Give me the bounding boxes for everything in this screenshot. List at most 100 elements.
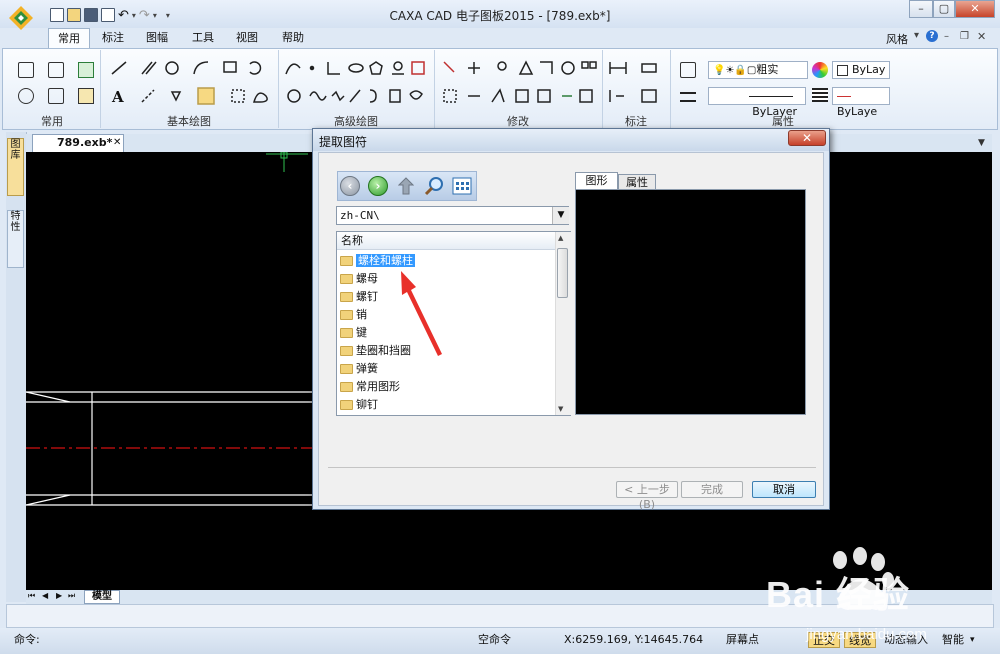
list-item-label: 常用图形 (356, 380, 400, 393)
folder-icon (340, 310, 353, 320)
tab-tools[interactable]: 工具 (186, 28, 220, 48)
document-tab[interactable]: 789.exb* ✕ (32, 134, 124, 152)
layer-name: 粗实 (756, 63, 779, 76)
list-item-label: 弹簧 (356, 362, 378, 375)
tab-properties-label: 特性 (10, 211, 21, 233)
scroll-up-icon[interactable]: ▲ (558, 234, 563, 242)
scrollbar-thumb[interactable] (557, 248, 568, 298)
layer-state-icons: 💡☀🔒▢ (713, 65, 757, 76)
style-dropdown-icon[interactable]: ▾ (914, 30, 919, 41)
folder-icon (340, 256, 353, 266)
scroll-down-icon[interactable]: ▼ (558, 405, 563, 413)
minimize-button[interactable]: – (909, 0, 933, 18)
command-state: 空命令 (478, 633, 511, 646)
linewidth-combo[interactable]: ByLayer (708, 87, 806, 118)
path-combo[interactable]: zh-CN\ (336, 206, 569, 225)
command-prompt-label: 命令: (14, 633, 40, 646)
dialog-close-button[interactable]: ✕ (788, 130, 826, 146)
line-icon (111, 61, 127, 75)
refresh-icon[interactable] (78, 62, 94, 78)
linetype-combo[interactable]: ByLaye (832, 87, 890, 118)
watermark-url: jingyan.baidu.com (806, 626, 927, 643)
tab-view[interactable]: 视图 (230, 28, 264, 48)
zoom-icon[interactable] (18, 88, 34, 104)
dialog-title-bar (313, 129, 829, 151)
back-icon[interactable]: ‹ (340, 176, 360, 196)
color-wheel-icon[interactable] (812, 62, 828, 78)
tab-library-label: 图库 (10, 139, 21, 161)
group-label-dimension: 标注 (625, 115, 647, 128)
command-input[interactable] (48, 631, 460, 649)
window-title: CAXA CAD 电子图板2015 - [789.exb*] (389, 9, 611, 23)
properties-icon[interactable] (78, 88, 94, 104)
linewidth-icon[interactable] (680, 92, 696, 102)
advanced-draw-tools[interactable] (284, 58, 430, 110)
list-item[interactable]: 螺栓和螺柱 (340, 252, 540, 269)
folder-icon (340, 328, 353, 338)
dialog-separator (328, 467, 816, 468)
view-mode-icon[interactable] (452, 177, 472, 195)
maximize-button[interactable]: ▢ (933, 0, 955, 18)
layer-combo[interactable]: 💡☀🔒▢粗实 (708, 61, 808, 79)
list-item-label: 螺母 (356, 272, 378, 285)
tab-library[interactable]: 图库 (7, 138, 24, 196)
folder-icon (340, 364, 353, 374)
tab-preview-graphic[interactable]: 图形 (575, 172, 618, 189)
previous-step-button[interactable]: < 上一步(B) (616, 481, 678, 511)
folder-icon (340, 382, 353, 392)
tab-properties-panel[interactable]: 特性 (7, 210, 24, 268)
list-header-name[interactable]: 名称 (337, 232, 555, 250)
mdi-restore-icon[interactable]: ❐ (960, 31, 969, 42)
svg-text:A: A (111, 88, 124, 106)
cancel-button[interactable]: 取消 (752, 481, 816, 498)
layer-manager-icon[interactable] (680, 62, 696, 78)
basic-draw-tools[interactable]: A (108, 58, 274, 110)
color-combo[interactable]: ByLay (832, 61, 890, 79)
tab-home[interactable]: 常用 (48, 28, 90, 48)
group-label-basic-draw: 基本绘图 (167, 115, 211, 128)
symbol-preview (575, 189, 806, 415)
group-label-modify: 修改 (507, 115, 529, 128)
left-dock-strip (6, 132, 27, 602)
search-icon[interactable] (424, 176, 444, 196)
path-dropdown-icon[interactable]: ▼ (552, 207, 569, 224)
dimension-tools[interactable] (608, 58, 668, 110)
tab-list-dropdown-icon[interactable]: ▼ (978, 138, 985, 148)
list-item-label: 销 (356, 308, 367, 321)
sheet-next-button[interactable]: ▶ (56, 591, 62, 600)
linetype-icon[interactable] (812, 88, 828, 102)
paste-icon[interactable] (48, 62, 64, 78)
group-label-common: 常用 (41, 115, 63, 128)
close-button[interactable]: ✕ (955, 0, 995, 18)
document-tab-close-icon[interactable]: ✕ (113, 135, 121, 151)
sheet-prev-button[interactable]: ◀ (42, 591, 48, 600)
tab-help[interactable]: 帮助 (276, 28, 310, 48)
mdi-close-icon[interactable]: ✕ (977, 30, 986, 43)
sheet-first-button[interactable]: ⏮ (28, 591, 35, 601)
up-folder-icon[interactable] (397, 177, 415, 195)
forward-icon[interactable]: › (368, 176, 388, 196)
pan-icon[interactable] (48, 88, 64, 104)
list-item[interactable]: 常用图形 (340, 378, 540, 395)
mdi-minimize-icon[interactable]: – (944, 31, 949, 42)
document-tab-label: 789.exb* (57, 136, 113, 149)
folder-icon (340, 400, 353, 410)
folder-icon (340, 274, 353, 284)
sheet-tab-model[interactable]: 模型 (84, 590, 120, 604)
sheet-last-button[interactable]: ⏭ (68, 591, 75, 601)
tab-preview-attributes[interactable]: 属性 (618, 174, 656, 189)
coordinate-readout: X:6259.169, Y:14645.764 (564, 633, 704, 646)
baidu-watermark: Bai 经验 jingyan.baidu.com (736, 546, 996, 650)
list-item[interactable]: 铆钉 (340, 396, 540, 413)
finish-button[interactable]: 完成 (681, 481, 743, 498)
folder-icon (340, 292, 353, 302)
style-menu[interactable]: 风格 (886, 31, 908, 47)
modify-tools[interactable] (440, 58, 598, 110)
tab-sheet[interactable]: 图幅 (140, 28, 174, 48)
copy-icon[interactable] (18, 62, 34, 78)
tab-annotate[interactable]: 标注 (96, 28, 130, 48)
help-icon[interactable]: ? (926, 30, 938, 42)
list-item[interactable]: 弹簧 (340, 360, 540, 377)
group-label-properties: 属性 (772, 115, 794, 128)
color-combo-value: ByLay (852, 63, 886, 76)
